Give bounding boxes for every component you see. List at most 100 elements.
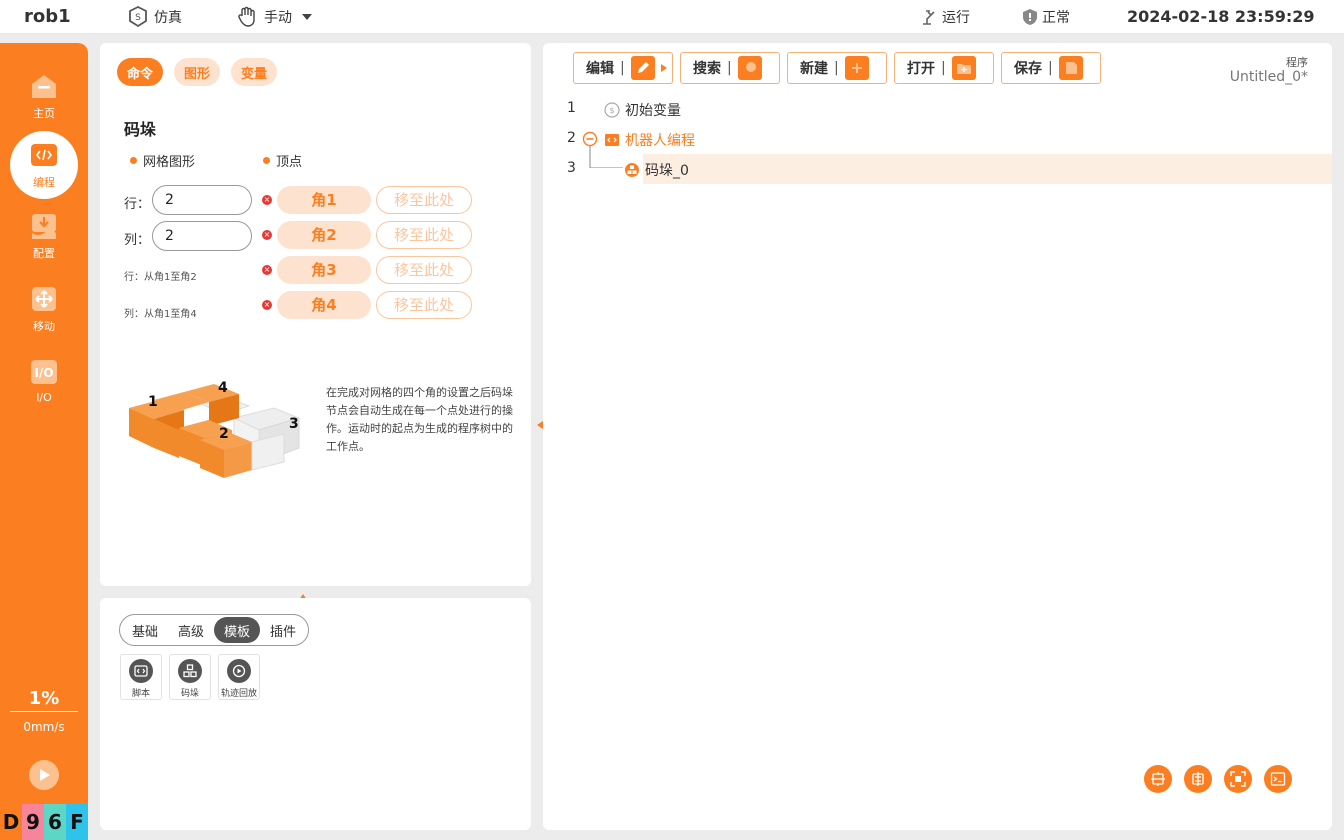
clear-corner-2-icon[interactable]: × — [262, 230, 272, 240]
save-label: 保存 — [1014, 61, 1042, 77]
health-state: 正常 — [1022, 6, 1070, 28]
line-number: 3 — [567, 160, 576, 176]
search-button[interactable]: 搜索 | — [680, 52, 780, 84]
shield-icon — [1023, 9, 1037, 25]
node-label: 机器人编程 — [625, 133, 695, 149]
palletize-panel: 命令 图形 变量 码垛 网格图形 顶点 行： 2 列： 2 行：从角1至角2 列… — [100, 43, 531, 586]
sidebar-item-programming[interactable]: 编程 — [10, 131, 78, 199]
pallet-node-icon — [625, 163, 639, 177]
program-row[interactable]: 1 $ 初始变量 — [543, 94, 1332, 124]
template-script[interactable]: 脚本 — [120, 654, 162, 700]
collapse-icon[interactable] — [582, 131, 598, 147]
manual-mode-dropdown[interactable]: 手动 — [236, 6, 318, 28]
robot-name: rob1 — [24, 6, 71, 27]
search-label: 搜索 — [693, 61, 721, 77]
move-to-corner-3-button[interactable]: 移至此处 — [376, 256, 472, 284]
sidebar-item-label: 移动 — [33, 320, 55, 333]
sidebar-item-label: 主页 — [33, 107, 55, 120]
open-button[interactable]: 打开 | — [894, 52, 994, 84]
new-file-icon — [844, 56, 869, 80]
chevron-right-icon — [660, 64, 667, 72]
corner-2-button[interactable]: 角2 — [277, 221, 371, 249]
segment-template[interactable]: 模板 — [214, 617, 261, 643]
tree-expand-button[interactable] — [1144, 765, 1172, 793]
manual-mode-label: 手动 — [264, 10, 292, 26]
top-bar: rob1 S 仿真 手动 运行 正常 2024-02-18 23:59:29 — [0, 0, 1344, 34]
sim-mode-button[interactable]: S 仿真 — [126, 5, 182, 28]
home-icon — [32, 75, 56, 98]
code-icon — [31, 144, 57, 166]
fit-screen-icon — [1230, 771, 1246, 787]
move-to-corner-4-button[interactable]: 移至此处 — [376, 291, 472, 319]
status-tag: 6 — [44, 804, 66, 840]
tab-command[interactable]: 命令 — [117, 58, 164, 86]
category-segmented-control: 基础 高级 模板 插件 — [119, 614, 310, 646]
move-to-corner-2-button[interactable]: 移至此处 — [376, 221, 472, 249]
template-label: 码垛 — [180, 689, 199, 699]
sidebar-item-home[interactable]: 主页 — [10, 63, 78, 129]
tree-collapse-button[interactable] — [1184, 765, 1212, 793]
play-button[interactable] — [29, 760, 59, 790]
clear-corner-4-icon[interactable]: × — [262, 300, 272, 310]
option-grid-pattern[interactable]: 网格图形 — [130, 151, 195, 170]
save-button[interactable]: 保存 | — [1001, 52, 1101, 84]
grid-label-2: 2 — [219, 426, 229, 442]
command-tabs: 命令 图形 变量 — [117, 58, 288, 86]
expand-tree-icon — [1151, 772, 1165, 786]
fit-view-button[interactable] — [1224, 765, 1252, 793]
sidebar-item-io[interactable]: I/O I/O — [10, 347, 78, 413]
sidebar-item-label: 配置 — [33, 247, 55, 260]
script-icon — [129, 659, 153, 683]
program-row-selected[interactable]: 3 码垛_0 — [543, 146, 1332, 184]
run-state: 运行 — [920, 6, 970, 28]
console-button[interactable] — [1264, 765, 1292, 793]
row-count-input[interactable]: 2 — [152, 185, 252, 215]
segment-advanced[interactable]: 高级 — [168, 617, 214, 643]
download-icon — [32, 214, 56, 239]
tab-graphics[interactable]: 图形 — [174, 58, 221, 86]
selection-highlight — [643, 154, 1332, 184]
play-icon — [40, 769, 50, 781]
corner-1-button[interactable]: 角1 — [277, 186, 371, 214]
sidebar-item-label: 编程 — [33, 176, 55, 189]
program-label: 程序 — [1286, 56, 1308, 69]
template-trajectory-replay[interactable]: 轨迹回放 — [218, 654, 260, 700]
io-icon: I/O — [31, 359, 57, 384]
segment-plugin[interactable]: 插件 — [260, 617, 306, 643]
segment-basic[interactable]: 基础 — [122, 617, 168, 643]
run-state-label: 运行 — [942, 10, 970, 26]
variables-icon: $ — [604, 102, 620, 118]
move-to-corner-1-button[interactable]: 移至此处 — [376, 186, 472, 214]
template-label: 轨迹回放 — [220, 689, 257, 699]
svg-text:I/O: I/O — [34, 366, 53, 380]
panel-title: 码垛 — [124, 120, 157, 139]
open-label: 打开 — [907, 61, 935, 77]
sim-cloud-icon: S — [129, 5, 147, 28]
status-tag: D — [0, 804, 22, 840]
col-count-input[interactable]: 2 — [152, 221, 252, 251]
corner-4-button[interactable]: 角4 — [277, 291, 371, 319]
sidebar-item-move[interactable]: 移动 — [10, 276, 78, 342]
row-hint: 行：从角1至角2 — [124, 272, 197, 283]
option-vertex[interactable]: 顶点 — [263, 151, 302, 170]
edit-button[interactable]: 编辑 | — [573, 52, 673, 84]
new-button[interactable]: 新建 | — [787, 52, 887, 84]
line-number: 1 — [567, 100, 576, 116]
sidebar-item-config[interactable]: 配置 — [10, 203, 78, 269]
tab-variables[interactable]: 变量 — [231, 58, 278, 86]
template-label: 脚本 — [131, 689, 150, 699]
speed-indicator[interactable]: 1% 0mm/s — [10, 688, 78, 734]
clear-corner-3-icon[interactable]: × — [262, 265, 272, 275]
chevron-down-icon — [302, 14, 312, 20]
col-hint: 列：从角1至角4 — [124, 309, 197, 320]
corner-3-button[interactable]: 角3 — [277, 256, 371, 284]
template-palletize[interactable]: 码垛 — [169, 654, 211, 700]
clear-corner-1-icon[interactable]: × — [262, 195, 272, 205]
grid-label-3: 3 — [289, 416, 299, 432]
save-icon — [1058, 56, 1083, 80]
node-label: 码垛_0 — [645, 163, 689, 179]
col-label: 列： — [124, 233, 151, 248]
replay-icon — [227, 659, 251, 683]
hand-icon — [238, 6, 255, 27]
program-row[interactable]: 2 机器人编程 — [543, 124, 1332, 154]
